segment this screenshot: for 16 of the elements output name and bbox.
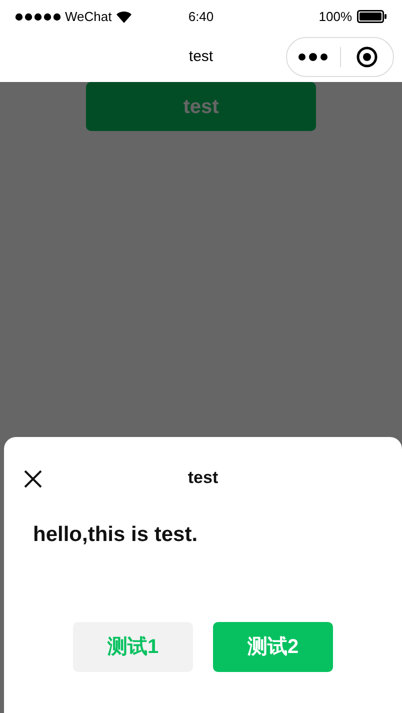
secondary-button[interactable]: 测试1 [73,622,193,672]
carrier-name: WeChat [65,8,112,26]
wifi-icon [116,10,132,22]
test-button[interactable]: test [86,82,316,131]
battery-icon [357,10,387,23]
capsule-menu[interactable] [286,37,394,77]
status-time: 6:40 [188,8,214,26]
battery-percent: 100% [318,8,352,26]
signal-icon [15,12,61,20]
close-icon[interactable] [24,470,42,488]
more-icon[interactable] [298,53,328,61]
primary-button[interactable]: 测试2 [213,622,333,672]
close-target-icon[interactable] [356,46,378,68]
sheet-message: hello,this is test. [32,522,199,548]
sheet-title: test [188,467,218,490]
nav-title: test [188,47,214,68]
